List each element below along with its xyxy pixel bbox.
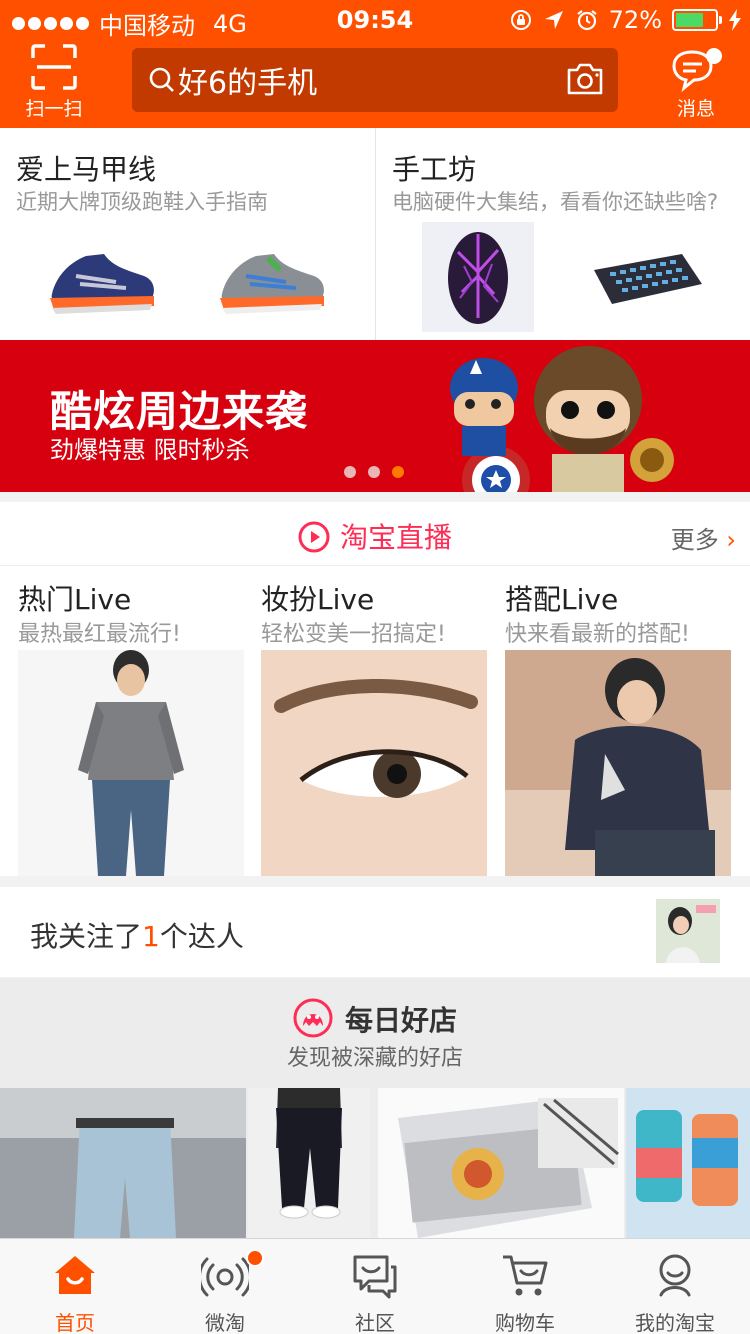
messages-button[interactable]: 消息 bbox=[660, 44, 732, 120]
live-title: 淘宝直播 bbox=[0, 516, 750, 556]
profile-icon bbox=[659, 1254, 691, 1297]
scan-label: 扫一扫 bbox=[25, 98, 83, 120]
chat-bubbles-icon bbox=[353, 1255, 397, 1299]
tab-community[interactable]: 社区 bbox=[300, 1239, 450, 1334]
tab-label: 社区 bbox=[355, 1311, 395, 1334]
pager-dot[interactable] bbox=[392, 466, 404, 478]
shop-tile[interactable] bbox=[248, 1088, 370, 1238]
octopus-icon bbox=[293, 998, 333, 1038]
followed-experts-row[interactable]: 我关注了1个达人 bbox=[0, 887, 750, 977]
daily-shop-section: 每日好店 发现被深藏的好店 bbox=[0, 978, 750, 1238]
tab-cart[interactable]: 购物车 bbox=[450, 1239, 600, 1334]
tab-label: 微淘 bbox=[205, 1311, 245, 1334]
banner-subline: 劲爆特惠 限时秒杀 bbox=[50, 436, 250, 464]
keyboard-image bbox=[594, 254, 702, 304]
pager-dot[interactable] bbox=[344, 466, 356, 478]
live-title-text: 淘宝直播 bbox=[339, 521, 452, 554]
battery-percent: 72% bbox=[608, 6, 662, 34]
collectible-figures-image bbox=[450, 346, 674, 492]
alarm-icon bbox=[576, 10, 597, 31]
promo-card-handcraft[interactable]: 手工坊 电脑硬件大集结，看看你还缺些啥? bbox=[375, 128, 749, 340]
scan-button[interactable]: 扫一扫 bbox=[18, 44, 90, 120]
outfit-model-image bbox=[505, 650, 731, 876]
eye-makeup-image bbox=[261, 650, 487, 876]
live-card-desc: 轻松变美一招搞定! bbox=[261, 622, 446, 647]
shop-tile[interactable] bbox=[378, 1088, 624, 1238]
cart-icon bbox=[503, 1255, 548, 1296]
charging-bolt-icon bbox=[729, 9, 741, 31]
live-more-link[interactable]: 更多 › bbox=[671, 520, 736, 555]
live-card-hot[interactable]: 热门Live 最热最红最流行! bbox=[0, 566, 244, 876]
promo-banner[interactable]: 酷炫周边来袭 劲爆特惠 限时秒杀 bbox=[0, 340, 750, 492]
live-card-outfit[interactable]: 搭配Live 快来看最新的搭配! bbox=[487, 566, 731, 876]
live-card-makeup[interactable]: 妆扮Live 轻松变美一招搞定! bbox=[243, 566, 487, 876]
live-card-desc: 快来看最新的搭配! bbox=[505, 622, 690, 647]
scan-icon bbox=[31, 44, 77, 90]
battery-icon bbox=[672, 9, 722, 31]
daily-shop-title: 每日好店 bbox=[0, 998, 750, 1039]
taobao-live-section: 淘宝直播 更多 › 热门Live 最热最红最流行! 妆扮Live 轻松变美一招搞… bbox=[0, 502, 750, 876]
shop-tile[interactable] bbox=[0, 1088, 246, 1238]
promo-subtitle: 近期大牌顶级跑鞋入手指南 bbox=[16, 190, 268, 214]
running-shoe-image bbox=[50, 254, 154, 314]
messages-label: 消息 bbox=[676, 98, 715, 120]
search-bar[interactable]: 好6的手机 bbox=[132, 48, 618, 112]
bottom-tab-bar: 首页 微淘 社区 购物车 我的淘宝 bbox=[0, 1238, 750, 1334]
status-bar: 中国移动 4G 09:54 72% bbox=[0, 0, 750, 40]
expert-avatar bbox=[656, 899, 720, 963]
shop-tiles bbox=[0, 1088, 750, 1238]
promo-title: 爱上马甲线 bbox=[16, 153, 157, 186]
chevron-right-icon: › bbox=[726, 526, 736, 554]
followed-count: 1 bbox=[142, 920, 160, 953]
male-model-image bbox=[18, 650, 244, 876]
promo-subtitle: 电脑硬件大集结，看看你还缺些啥? bbox=[392, 190, 719, 214]
notification-dot bbox=[246, 1249, 264, 1267]
play-circle-icon bbox=[298, 521, 330, 553]
live-card-title: 热门Live bbox=[18, 583, 132, 616]
pager-dot[interactable] bbox=[368, 466, 380, 478]
location-arrow-icon bbox=[544, 11, 563, 29]
tab-home[interactable]: 首页 bbox=[0, 1239, 150, 1334]
tab-label: 首页 bbox=[55, 1311, 95, 1334]
tab-label: 我的淘宝 bbox=[635, 1311, 715, 1334]
camera-icon[interactable] bbox=[566, 62, 604, 96]
tab-my-taobao[interactable]: 我的淘宝 bbox=[600, 1239, 750, 1334]
promo-card-running[interactable]: 爱上马甲线 近期大牌顶级跑鞋入手指南 bbox=[0, 128, 374, 340]
promo-panel: 爱上马甲线 近期大牌顶级跑鞋入手指南 手工坊 电脑硬件大集结，看看你还缺些啥? bbox=[0, 128, 750, 340]
followed-prefix: 我关注了 bbox=[30, 920, 143, 953]
tab-weitao[interactable]: 微淘 bbox=[150, 1239, 300, 1334]
message-bubble-icon bbox=[672, 48, 722, 92]
live-card-title: 妆扮Live bbox=[261, 583, 375, 616]
banner-pager bbox=[344, 466, 404, 478]
live-header: 淘宝直播 更多 › bbox=[0, 502, 750, 566]
tab-label: 购物车 bbox=[495, 1311, 555, 1334]
gaming-mouse-image bbox=[422, 222, 534, 332]
daily-shop-title-text: 每日好店 bbox=[344, 1004, 457, 1037]
shop-tile[interactable] bbox=[626, 1088, 750, 1238]
followed-suffix: 个达人 bbox=[159, 920, 244, 953]
app-header: 中国移动 4G 09:54 72% 扫一扫 好6的手机 消息 bbox=[0, 0, 750, 128]
home-icon bbox=[55, 1256, 95, 1294]
running-shoe-image bbox=[220, 254, 324, 314]
more-label: 更多 bbox=[670, 526, 719, 554]
live-card-title: 搭配Live bbox=[505, 583, 619, 616]
broadcast-icon bbox=[201, 1257, 249, 1297]
live-card-desc: 最热最红最流行! bbox=[18, 622, 181, 647]
search-input[interactable]: 好6的手机 bbox=[178, 58, 317, 102]
orientation-lock-icon bbox=[510, 10, 531, 30]
followed-text: 我关注了1个达人 bbox=[30, 915, 244, 955]
promo-title: 手工坊 bbox=[392, 153, 477, 186]
daily-shop-subtitle: 发现被深藏的好店 bbox=[286, 1046, 463, 1071]
search-icon bbox=[149, 67, 174, 92]
